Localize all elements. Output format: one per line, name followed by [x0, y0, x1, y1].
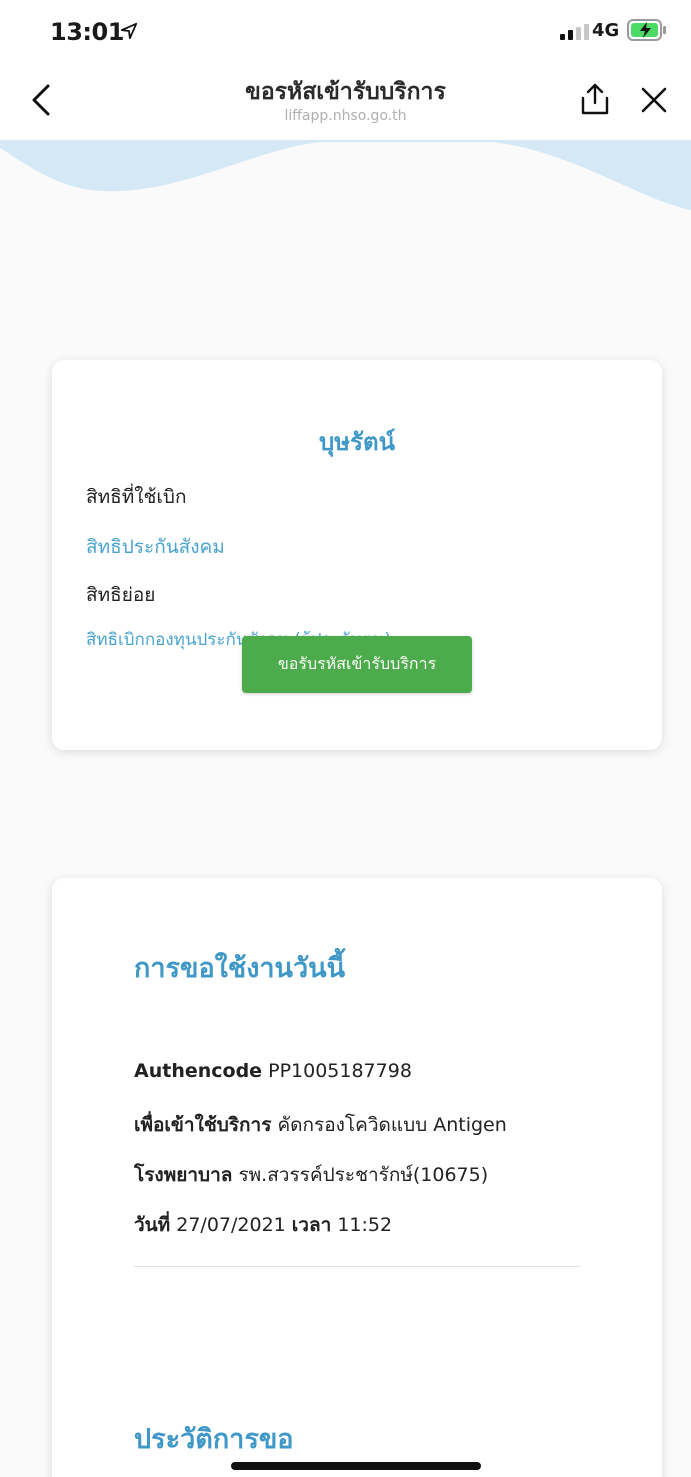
date-label: วันที่ [134, 1214, 171, 1236]
time-value: 11:52 [337, 1214, 393, 1236]
hospital-label: โรงพยาบาล [134, 1164, 233, 1186]
authencode-label: Authencode [134, 1060, 263, 1082]
history-title: ประวัติการขอ [134, 1424, 294, 1455]
rights-card: บุษรัตน์ สิทธิที่ใช้เบิก สิทธิประกันสังค… [52, 360, 662, 750]
signal-icon [560, 24, 589, 40]
purpose-value: คัดกรองโควิดแบบ Antigen [277, 1114, 507, 1136]
today-usage-card: การขอใช้งานวันนี้ Authencode PP100518779… [52, 878, 662, 1477]
authencode-value: PP1005187798 [268, 1060, 412, 1082]
subright-label: สิทธิย่อย [86, 584, 156, 606]
nav-bar: ขอรหัสเข้ารับบริการ liffapp.nhso.go.th [0, 62, 691, 140]
request-authcode-button[interactable]: ขอรับรหัสเข้ารับบริการ [242, 636, 472, 693]
home-indicator[interactable] [231, 1462, 481, 1470]
time-label: เวลา [291, 1214, 332, 1236]
header-wave [0, 140, 691, 210]
date-value: 27/07/2021 [176, 1214, 286, 1236]
network-type: 4G [592, 20, 620, 41]
authencode-row: Authencode PP1005187798 [134, 1060, 412, 1082]
status-bar: 13:01 4G [0, 0, 691, 62]
right-value: สิทธิประกันสังคม [86, 536, 225, 558]
battery-charging-icon [627, 19, 666, 41]
purpose-row: เพื่อเข้าใช้บริการ คัดกรองโควิดแบบ Antig… [134, 1110, 507, 1140]
page: 13:01 4G ขอรหัสเข้ารับบริการ liffapp.nhs… [0, 0, 691, 1477]
hospital-value: รพ.สวรรค์ประชารักษ์(10675) [238, 1164, 489, 1186]
today-usage-title: การขอใช้งานวันนี้ [134, 953, 346, 984]
location-arrow-icon [120, 22, 138, 40]
datetime-row: วันที่ 27/07/2021 เวลา 11:52 [134, 1210, 392, 1240]
member-name: บุษรัตน์ [319, 428, 395, 456]
right-label: สิทธิที่ใช้เบิก [86, 486, 187, 508]
purpose-label: เพื่อเข้าใช้บริการ [134, 1114, 272, 1136]
status-time: 13:01 [50, 18, 124, 46]
hospital-row: โรงพยาบาล รพ.สวรรค์ประชารักษ์(10675) [134, 1160, 488, 1190]
divider [134, 1266, 580, 1267]
close-icon[interactable] [640, 86, 668, 114]
share-icon[interactable] [580, 82, 610, 116]
